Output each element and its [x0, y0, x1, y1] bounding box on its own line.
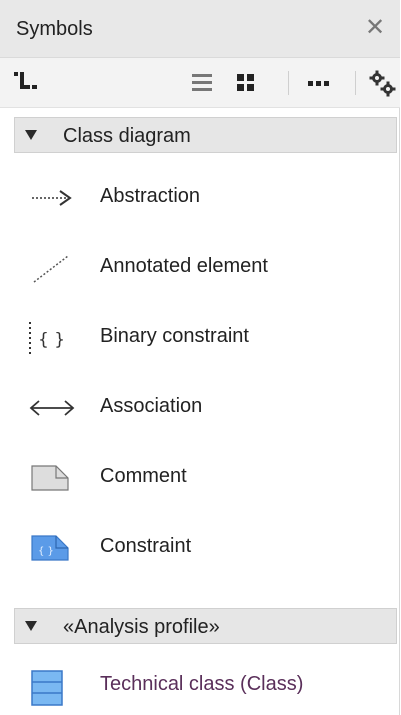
symbol-label: Binary constraint	[100, 325, 249, 347]
close-icon[interactable]: ✕	[361, 14, 389, 42]
dotted-line-icon	[26, 250, 82, 286]
panel-title: Symbols	[16, 18, 93, 40]
svg-text:{ }: { }	[38, 546, 54, 557]
panel-title-bar: Symbols ✕	[0, 0, 400, 58]
more-options-icon[interactable]	[302, 63, 336, 103]
braces-constraint-icon: { }	[26, 320, 82, 356]
symbols-toolbar	[0, 58, 400, 108]
symbol-item-abstraction[interactable]: Abstraction	[14, 170, 397, 226]
symbol-label: Association	[100, 395, 203, 417]
toolbar-separator	[288, 71, 289, 95]
collapse-triangle-icon	[25, 621, 37, 631]
symbol-item-comment[interactable]: Comment	[14, 450, 397, 506]
settings-gear-icon[interactable]	[366, 63, 398, 103]
symbol-item-annotated-element[interactable]: Annotated element	[14, 240, 397, 296]
symbol-item-binary-constraint[interactable]: { } Binary constraint	[14, 310, 397, 366]
comment-note-icon	[26, 460, 82, 496]
group-label: Class diagram	[63, 125, 191, 147]
symbol-label: Comment	[100, 465, 187, 487]
group-header-analysis-profile[interactable]: «Analysis profile»	[14, 608, 397, 644]
collapse-triangle-icon	[25, 130, 37, 140]
toolbar-separator	[355, 71, 356, 95]
symbol-label: Abstraction	[100, 185, 201, 207]
group-header-class-diagram[interactable]: Class diagram	[14, 117, 397, 153]
symbol-label: Constraint	[100, 535, 192, 557]
group-label: «Analysis profile»	[63, 616, 220, 638]
symbol-item-constraint[interactable]: { } Constraint	[14, 520, 397, 576]
symbol-label: Annotated element	[100, 255, 268, 277]
symbol-item-technical-class[interactable]: Technical class (Class)	[14, 658, 397, 714]
symbols-panel: Symbols ✕ Class diagram Abstraction Anno…	[0, 0, 400, 715]
technical-class-icon	[26, 668, 82, 706]
tree-layout-icon[interactable]	[8, 63, 44, 103]
abstraction-arrow-icon	[26, 180, 82, 216]
list-view-icon[interactable]	[186, 63, 218, 103]
constraint-note-icon: { }	[26, 530, 82, 566]
symbol-item-association[interactable]: Association	[14, 380, 397, 436]
symbol-label: Technical class (Class)	[100, 673, 304, 695]
double-arrow-icon	[26, 390, 82, 426]
svg-text:{ }: { }	[38, 330, 65, 350]
grid-view-icon[interactable]	[230, 63, 262, 103]
